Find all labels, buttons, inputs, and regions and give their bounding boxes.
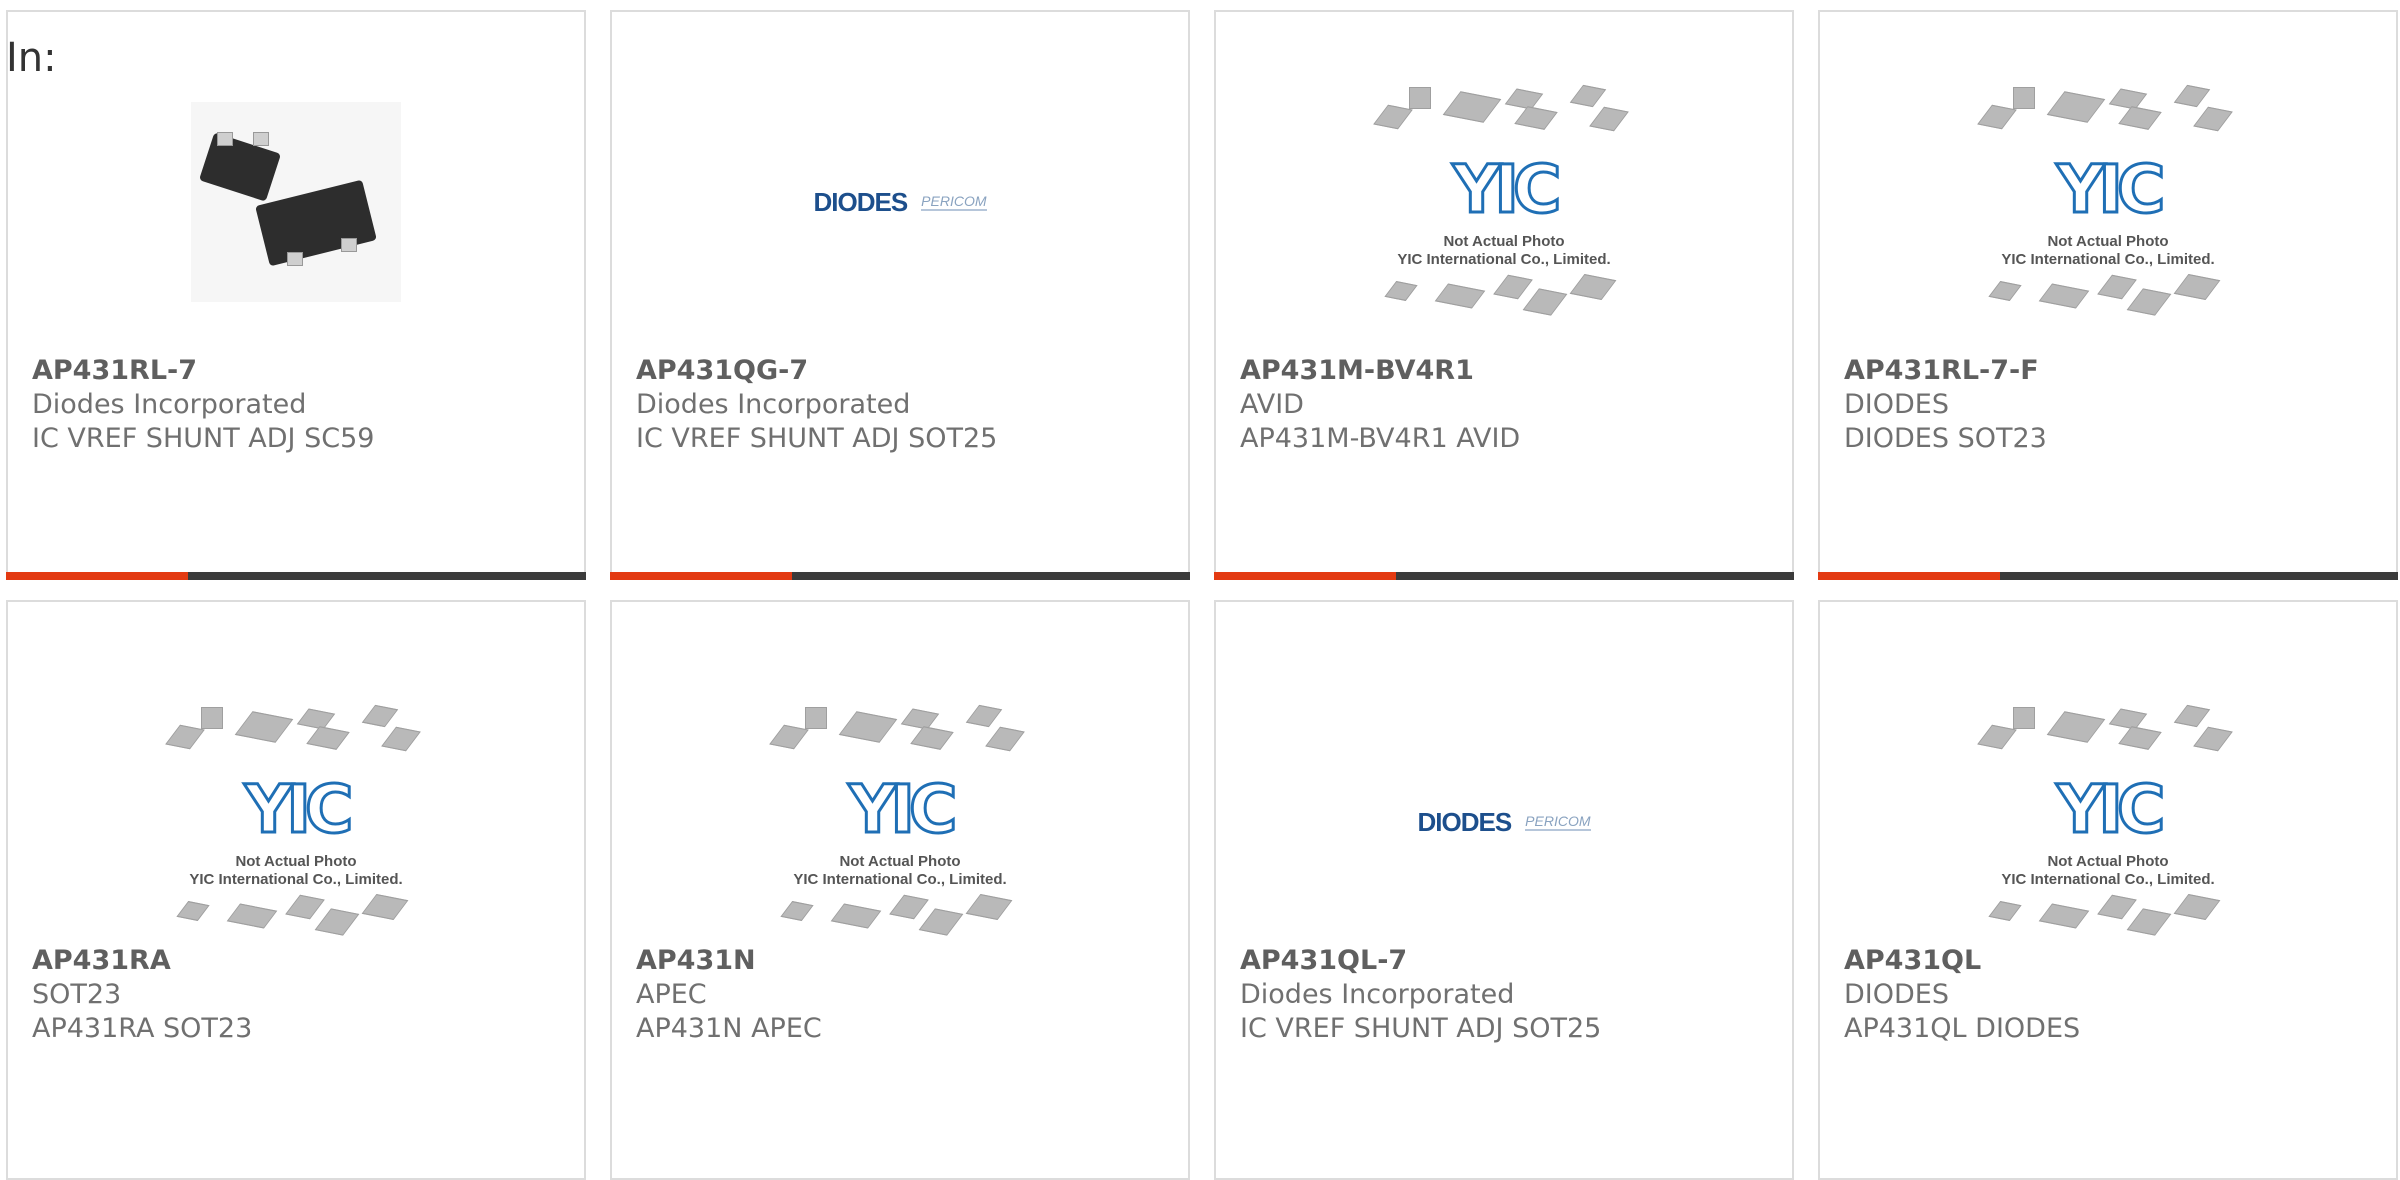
card-bar [1214,572,1794,580]
component-photo [191,102,401,302]
placeholder-image: YIC Not Actual Photo YIC International C… [161,697,431,947]
description: DIODES SOT23 [1844,423,2047,454]
yic-logo: YIC [2055,151,2167,228]
product-card[interactable]: YIC Not Actual Photo YIC International C… [1214,10,1794,580]
description: IC VREF SHUNT ADJ SOT25 [636,423,998,454]
part-number[interactable]: AP431QL [1844,944,2080,978]
description: AP431M-BV4R1 AVID [1240,423,1521,454]
manufacturer: Diodes Incorporated [1240,979,1515,1010]
manufacturer: DIODES [1844,389,1949,420]
product-card[interactable]: YIC Not Actual Photo YIC International C… [1818,600,2398,1180]
part-number[interactable]: AP431N [636,944,822,978]
placeholder-caption: Not Actual Photo YIC International Co., … [1397,233,1611,268]
placeholder-caption: Not Actual Photo YIC International Co., … [2001,233,2215,268]
product-image[interactable]: DIODES PERICOM [1216,682,1792,962]
part-number[interactable]: AP431RL-7-F [1844,354,2047,388]
product-image[interactable]: YIC Not Actual Photo YIC International C… [1820,682,2396,962]
placeholder-image: YIC Not Actual Photo YIC International C… [1973,697,2243,947]
description: AP431N APEC [636,1013,822,1044]
placeholder-image: YIC Not Actual Photo YIC International C… [1369,77,1639,327]
yic-logo: YIC [243,771,355,848]
placeholder-caption: Not Actual Photo YIC International Co., … [189,853,403,888]
placeholder-caption: Not Actual Photo YIC International Co., … [793,853,1007,888]
part-number[interactable]: AP431M-BV4R1 [1240,354,1520,388]
diodes-logo: DIODES PERICOM [1417,806,1591,837]
manufacturer: APEC [636,979,707,1010]
product-image[interactable]: YIC Not Actual Photo YIC International C… [8,682,584,962]
product-image[interactable]: YIC Not Actual Photo YIC International C… [1820,62,2396,342]
product-image[interactable]: YIC Not Actual Photo YIC International C… [612,682,1188,962]
placeholder-caption: Not Actual Photo YIC International Co., … [2001,853,2215,888]
card-bar [6,572,586,580]
product-card[interactable]: AP431RL-7 Diodes Incorporated IC VREF SH… [6,10,586,580]
product-image[interactable]: YIC Not Actual Photo YIC International C… [1216,62,1792,342]
product-card[interactable]: DIODES PERICOM AP431QG-7 Diodes Incorpor… [610,10,1190,580]
description: AP431RA SOT23 [32,1013,253,1044]
description: IC VREF SHUNT ADJ SOT25 [1240,1013,1602,1044]
card-bar [1818,572,2398,580]
card-bar [610,572,1190,580]
placeholder-image: YIC Not Actual Photo YIC International C… [1973,77,2243,327]
placeholder-image: YIC Not Actual Photo YIC International C… [765,697,1035,947]
manufacturer: Diodes Incorporated [636,389,911,420]
manufacturer: SOT23 [32,979,122,1010]
product-image[interactable]: DIODES PERICOM [612,62,1188,342]
product-card[interactable]: YIC Not Actual Photo YIC International C… [6,600,586,1180]
manufacturer: DIODES [1844,979,1949,1010]
product-image[interactable] [8,62,584,342]
part-number[interactable]: AP431RL-7 [32,354,374,388]
yic-logo: YIC [2055,771,2167,848]
part-number[interactable]: AP431RA [32,944,252,978]
description: IC VREF SHUNT ADJ SC59 [32,423,375,454]
description: AP431QL DIODES [1844,1013,2081,1044]
section-label: In: [6,35,57,81]
manufacturer: Diodes Incorporated [32,389,307,420]
yic-logo: YIC [1451,151,1563,228]
yic-logo: YIC [847,771,959,848]
product-card[interactable]: DIODES PERICOM AP431QL-7 Diodes Incorpor… [1214,600,1794,1180]
product-card[interactable]: YIC Not Actual Photo YIC International C… [1818,10,2398,580]
part-number[interactable]: AP431QL-7 [1240,944,1601,978]
diodes-logo: DIODES PERICOM [813,186,987,217]
manufacturer: AVID [1240,389,1304,420]
product-card[interactable]: YIC Not Actual Photo YIC International C… [610,600,1190,1180]
part-number[interactable]: AP431QG-7 [636,354,997,388]
